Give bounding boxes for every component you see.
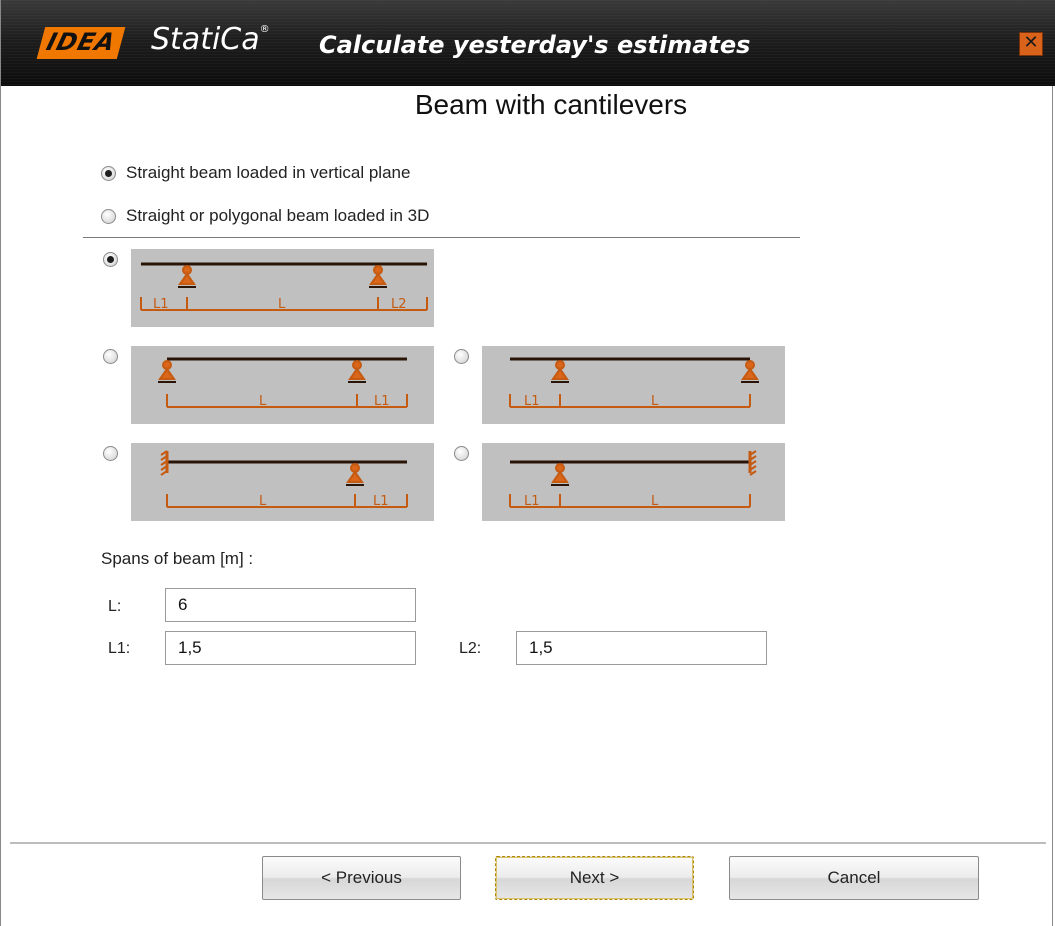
diagram-both-cantilevers[interactable]: L1 L L2 [131,249,434,327]
dim-l1: L1 [373,494,389,509]
beam-fixed-right-drawing: L1 L [509,450,757,509]
tagline: Calculate yesterday's estimates [319,31,751,59]
statica-logo: StatiCa® [151,22,270,57]
option-3d-label: Straight or polygonal beam loaded in 3D [126,206,430,225]
close-button[interactable]: ✕ [1019,32,1043,56]
beam-fixed-left-drawing: L L1 [160,450,408,509]
option-3d[interactable]: Straight or polygonal beam loaded in 3D [101,206,429,226]
dim-l: L [651,494,659,509]
l2-input[interactable] [516,631,767,665]
radio-3d[interactable] [101,208,116,224]
radio-vertical-plane[interactable] [101,165,116,181]
wizard-window: IDEA StatiCa® Calculate yesterday's esti… [0,0,1055,926]
idea-logo: IDEA [36,24,126,59]
previous-button[interactable]: < Previous [262,856,461,900]
diagram-fixed-left[interactable]: L L1 [131,443,434,521]
option-vertical-plane[interactable]: Straight beam loaded in vertical plane [101,163,410,183]
next-button[interactable]: Next > [495,856,694,900]
radio-beam-fixed-left[interactable] [103,446,118,461]
title-bar: IDEA StatiCa® Calculate yesterday's esti… [1,0,1055,86]
radio-beam-cantilever-right[interactable] [103,349,118,364]
footer-separator [10,842,1046,844]
dim-l: L [259,494,267,509]
dim-l: L [259,394,267,409]
dim-l1: L1 [153,297,169,312]
dim-l1: L1 [524,494,540,509]
options-separator [83,237,800,238]
dim-l: L [651,394,659,409]
l-label: L: [108,598,122,615]
l1-label: L1: [108,640,131,657]
diagram-cantilever-right[interactable]: L L1 [131,346,434,424]
dialog-title: Beam with cantilevers [414,89,688,120]
cancel-button[interactable]: Cancel [729,856,979,900]
beam-both-cantilevers-drawing: L1 L L2 [140,262,428,312]
l2-label: L2: [459,640,482,657]
close-icon: ✕ [1023,32,1039,53]
beam-cantilever-right-drawing: L L1 [158,357,408,409]
radio-beam-cantilever-left[interactable] [454,349,469,364]
radio-beam-both-cantilevers[interactable] [103,252,118,267]
l-input[interactable] [165,588,416,622]
dim-l1: L1 [374,394,390,409]
diagram-cantilever-left[interactable]: L1 L [482,346,785,424]
dim-l2: L2 [391,297,407,312]
dim-l1: L1 [524,394,540,409]
beam-cantilever-left-drawing: L1 L [509,357,759,409]
radio-beam-fixed-right[interactable] [454,446,469,461]
option-vertical-plane-label: Straight beam loaded in vertical plane [126,163,411,182]
dim-l: L [278,297,286,312]
diagram-fixed-right[interactable]: L1 L [482,443,785,521]
l1-input[interactable] [165,631,416,665]
spans-label: Spans of beam [m] : [101,549,254,568]
